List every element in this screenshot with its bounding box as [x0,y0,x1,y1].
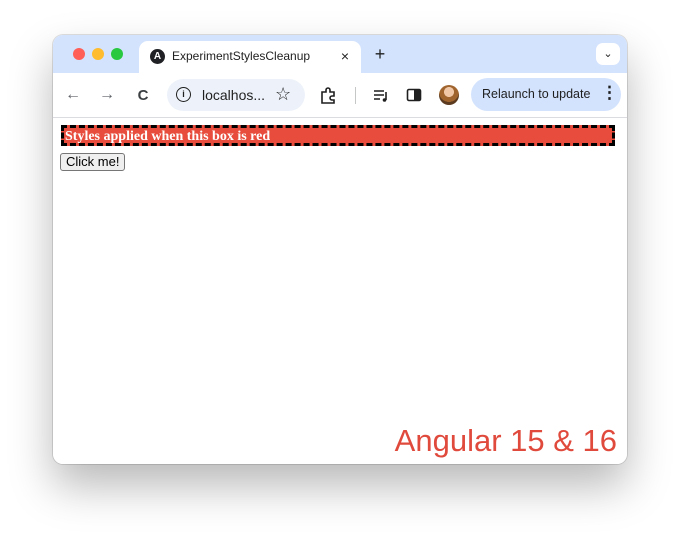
browser-window: A ExperimentStylesCleanup × + ⌄ ← → C i … [53,35,627,464]
version-caption: Angular 15 & 16 [394,423,617,458]
red-box-text: Styles applied when this box is red [65,129,271,144]
relaunch-label: Relaunch to update [482,87,591,101]
click-me-button[interactable]: Click me! [60,153,126,171]
back-icon[interactable]: ← [63,85,83,105]
url-text[interactable]: localhos... [202,87,265,103]
reading-list-icon[interactable] [371,85,391,105]
extensions-icon[interactable] [318,85,338,105]
close-tab-icon[interactable]: × [337,47,353,65]
tab-search-button[interactable]: ⌄ [596,43,620,65]
styled-red-box: Styles applied when this box is red [61,125,615,146]
browser-toolbar: ← → C i localhos... ☆ Relaunch to update… [53,73,627,118]
side-panel-icon[interactable] [404,85,424,105]
angular-icon: A [150,49,165,64]
new-tab-button[interactable]: + [371,44,389,64]
relaunch-button[interactable]: Relaunch to update ⋮ [471,78,621,111]
minimize-window-button[interactable] [92,48,104,60]
tab-strip: A ExperimentStylesCleanup × + ⌄ [53,35,627,73]
menu-kebab-icon[interactable]: ⋮ [601,83,618,103]
profile-avatar[interactable] [439,85,459,105]
maximize-window-button[interactable] [111,48,123,60]
tab-title: ExperimentStylesCleanup [172,49,311,63]
site-info-icon[interactable]: i [176,87,191,102]
close-window-button[interactable] [73,48,85,60]
page-content: Styles applied when this box is red Clic… [53,118,627,464]
active-tab[interactable]: A ExperimentStylesCleanup × [139,41,361,73]
bookmark-star-icon[interactable]: ☆ [275,84,291,105]
address-bar[interactable]: i localhos... ☆ [167,79,305,111]
reload-icon[interactable]: C [133,85,153,105]
forward-icon[interactable]: → [97,85,117,105]
toolbar-divider [355,87,356,104]
